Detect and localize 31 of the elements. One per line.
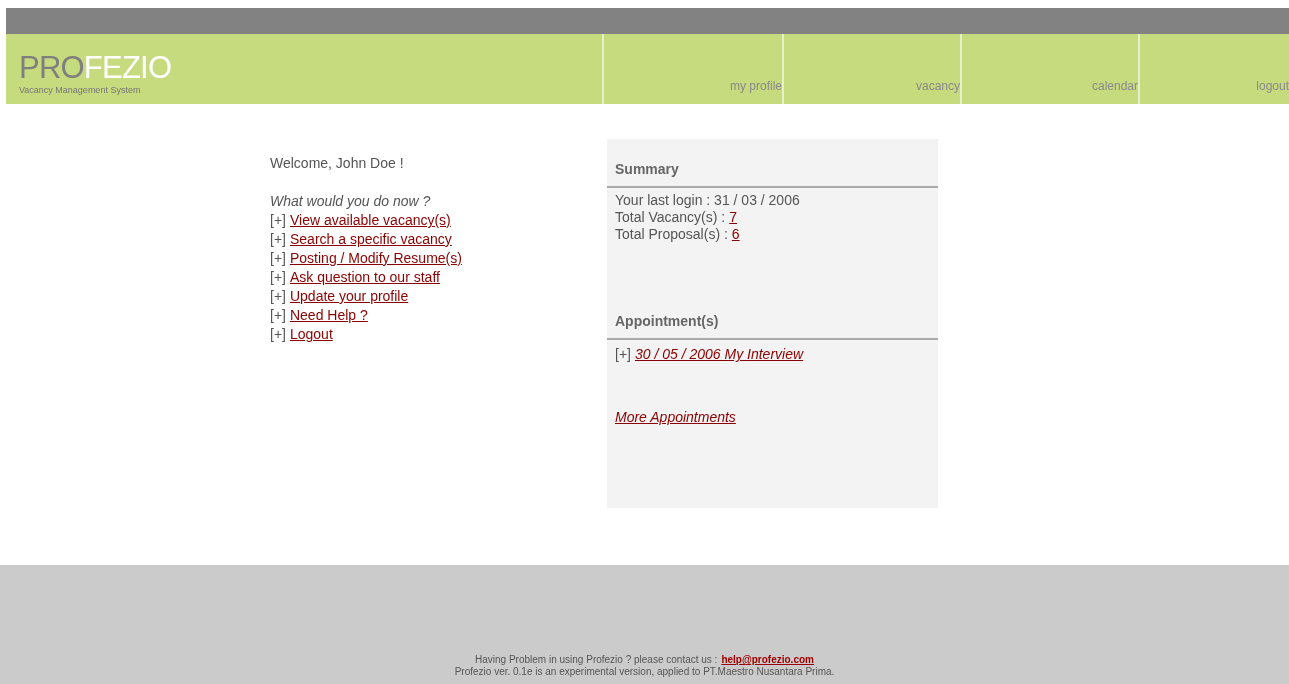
summary-label: Total Vacancy(s) : [615,209,726,226]
appointment-link[interactable]: 30 / 05 / 2006 My Interview [634,346,804,363]
action-link[interactable]: View available vacancy(s) [289,211,451,230]
count-link[interactable]: 7 [729,209,738,226]
count-link[interactable]: 6 [731,226,740,243]
bullet-marker: [+] [270,325,286,344]
bullet-marker: [+] [270,211,286,230]
action-link[interactable]: Ask question to our staff [289,268,440,287]
action-link[interactable]: Need Help ? [289,306,368,325]
action-link[interactable]: Logout [289,325,333,344]
prompt-text: What would you do now ? [270,192,432,211]
tagline: Vacancy Management System [19,84,142,96]
panel-heading: Summary [607,139,938,188]
summary-label: Total Proposal(s) : [615,226,728,243]
logo: PROFEZIO [19,52,173,84]
bullet-marker: [+] [270,249,286,268]
contact-text: Having Problem in using Profezio ? please contact us : [475,654,718,666]
bullet-marker: [+] [270,287,286,306]
bullet-marker: [+] [615,346,631,363]
bullet-marker: [+] [270,306,286,325]
panel-heading: Appointment(s) [607,313,938,340]
bullet-marker: [+] [270,268,286,287]
more-appointments-link[interactable]: More Appointments [615,409,736,426]
welcome-text: Welcome, John Doe ! [270,154,405,173]
bullet-marker: [+] [270,230,286,249]
action-link[interactable]: Posting / Modify Resume(s) [289,249,462,268]
action-link[interactable]: Update your profile [289,287,409,306]
summary-text: Your last login : 31 / 03 / 2006 [615,192,801,209]
email-link[interactable]: help@profezio.com [721,654,814,666]
action-link[interactable]: Search a specific vacancy [289,230,452,249]
version-text: Profezio ver. 0.1e is an experimental version, applied to PT.Maestro Nusantara Prima. [454,666,835,678]
